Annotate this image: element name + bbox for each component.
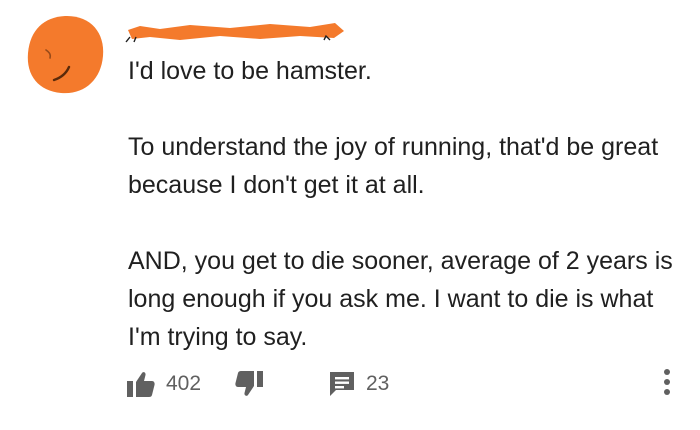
comment-paragraph: I'd love to be hamster. [128, 57, 372, 85]
comment-text: I'd love to be hamster. To understand th… [128, 52, 688, 356]
comment-card: I'd love to be hamster. To understand th… [0, 0, 700, 430]
dislike-button[interactable] [234, 366, 264, 402]
avatar[interactable] [24, 14, 106, 96]
redacted-author-name [120, 18, 350, 44]
more-vertical-icon [663, 368, 671, 401]
like-button[interactable]: 402 [126, 366, 201, 402]
comment-paragraph: To understand the joy of running, that'd… [128, 133, 659, 199]
comment-actions: 402 23 [126, 366, 686, 402]
more-options-button[interactable] [652, 366, 682, 402]
reply-button[interactable]: 23 [328, 366, 389, 402]
like-count: 402 [166, 372, 202, 395]
comment-icon [328, 370, 356, 398]
comment-paragraph: AND, you get to die sooner, average of 2… [128, 247, 673, 351]
avatar-image [27, 15, 104, 94]
reply-count: 23 [366, 372, 390, 395]
thumbs-down-icon [234, 370, 264, 398]
thumbs-up-icon [126, 370, 156, 398]
